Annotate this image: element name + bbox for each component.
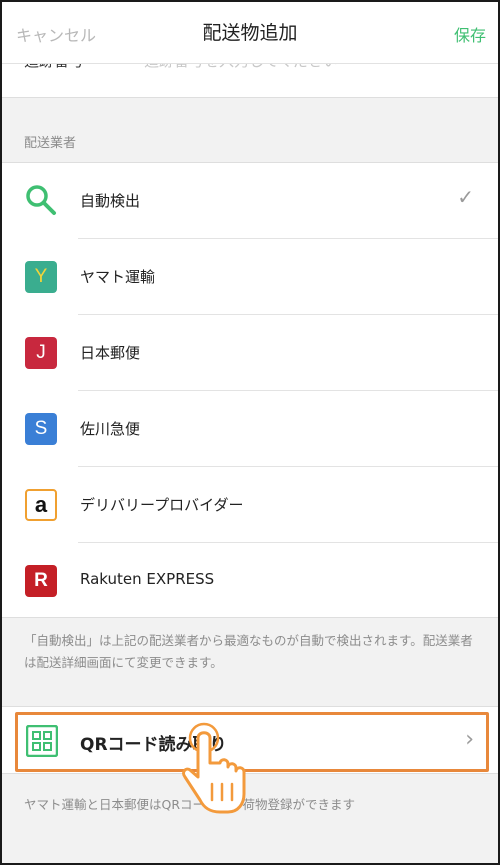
carrier-item-delivery-provider[interactable]: a デリバリープロバイダー	[2, 467, 498, 543]
amazon-logo-icon: a	[25, 489, 57, 521]
yamato-logo-icon: Y	[25, 261, 57, 293]
japan-post-logo-icon: J	[25, 337, 57, 369]
carrier-name: ヤマト運輸	[80, 268, 156, 286]
search-icon	[26, 185, 56, 215]
carrier-item-yamato[interactable]: Y ヤマト運輸	[2, 239, 498, 315]
carrier-name: Rakuten EXPRESS	[80, 570, 215, 588]
qr-row-highlight-box	[15, 712, 489, 772]
checkmark-icon: ✓	[457, 185, 474, 209]
carrier-item-rakuten-express[interactable]: R Rakuten EXPRESS	[2, 543, 498, 619]
screen-frame: 追跡番号 追跡番号を入力してください キャンセル 配送物追加 保存 配送業者 自…	[0, 0, 500, 865]
sagawa-logo-icon: S	[25, 413, 57, 445]
carrier-item-sagawa[interactable]: S 佐川急便	[2, 391, 498, 467]
carrier-name: デリバリープロバイダー	[80, 496, 244, 514]
carrier-item-japan-post[interactable]: J 日本郵便	[2, 315, 498, 391]
rakuten-logo-icon: R	[25, 565, 57, 597]
page-title: 配送物追加	[202, 22, 298, 44]
save-button[interactable]: 保存	[454, 22, 486, 46]
tap-hand-icon	[182, 722, 246, 814]
carrier-name: 佐川急便	[80, 420, 141, 438]
nav-header: キャンセル 配送物追加 保存	[2, 2, 498, 64]
carrier-section-label: 配送業者	[24, 136, 77, 151]
carrier-item-auto-detect[interactable]: 自動検出 ✓	[2, 163, 498, 239]
carrier-name: 自動検出	[80, 192, 141, 210]
carrier-name: 日本郵便	[80, 344, 141, 362]
carrier-list: 自動検出 ✓ Y ヤマト運輸 J 日本郵便 S 佐川急便 a デリバリープロバイ…	[2, 162, 498, 618]
auto-detect-note: 「自動検出」は上記の配送業者から最適なものが自動で検出されます。配送業者は配送詳…	[24, 633, 473, 670]
